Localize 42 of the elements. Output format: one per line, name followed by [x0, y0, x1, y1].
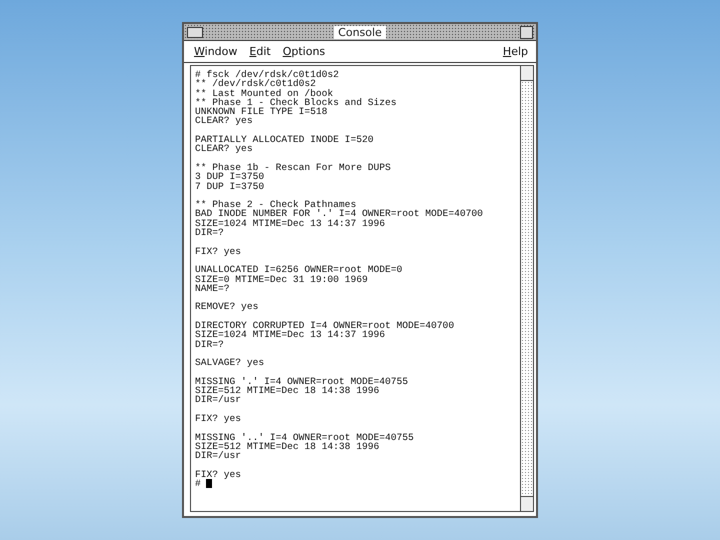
- console-line: ** Last Mounted on /book: [195, 88, 334, 98]
- console-line: ** /dev/rdsk/c0t1d0s2: [195, 79, 316, 89]
- console-line: FIX? yes: [195, 414, 242, 424]
- console-prompt: #: [195, 479, 201, 488]
- console-line: DIR=?: [195, 228, 225, 238]
- console-line: FIX? yes: [195, 246, 242, 256]
- menu-item[interactable]: Options: [282, 45, 326, 58]
- console-line: MISSING '..' I=4 OWNER=root MODE=40755: [195, 432, 415, 442]
- console-line: DIRECTORY CORRUPTED I=4 OWNER=root MODE=40700: [195, 321, 456, 330]
- console-line: DIR=?: [195, 340, 225, 349]
- console-line: FIX? yes: [195, 470, 242, 480]
- maximize-icon[interactable]: [520, 26, 533, 39]
- console-line: CLEAR? yes: [195, 116, 254, 126]
- scrollbar[interactable]: [520, 66, 533, 511]
- text-cursor: [206, 479, 212, 488]
- console-line: SIZE=0 MTIME=Dec 31 19:00 1969: [195, 274, 369, 284]
- console-line: SIZE=1024 MTIME=Dec 13 14:37 1996: [195, 218, 386, 228]
- console-line: DIR=/usr: [195, 395, 242, 405]
- menu-item[interactable]: Help: [502, 45, 528, 58]
- console-line: NAME=?: [195, 284, 231, 294]
- console-line: UNKNOWN FILE TYPE I=518: [195, 107, 328, 116]
- console-line: SALVAGE? yes: [195, 358, 266, 368]
- console-line: ** Phase 1b - Rescan For More DUPS: [195, 162, 392, 172]
- console-line: CLEAR? yes: [195, 144, 254, 154]
- menu-item[interactable]: Window: [194, 45, 238, 58]
- console-line: SIZE=512 MTIME=Dec 18 14:38 1996: [195, 442, 380, 452]
- window-menu-icon[interactable]: [187, 27, 203, 38]
- console-line: 7 DUP I=3750: [195, 182, 266, 191]
- console-line: DIR=/usr: [195, 451, 242, 460]
- console-line: # fsck /dev/rdsk/c0t1d0s2: [195, 70, 340, 80]
- console-line: ** Phase 1 - Check Blocks and Sizes: [195, 98, 398, 108]
- console-line: UNALLOCATED I=6256 OWNER=root MODE=0: [195, 265, 404, 275]
- console-line: BAD INODE NUMBER FOR '.' I=4 OWNER=root MODE=40700: [195, 209, 484, 219]
- console-line: ** Phase 2 - Check Pathnames: [195, 200, 358, 210]
- console-line: MISSING '.' I=4 OWNER=root MODE=40755: [195, 376, 410, 386]
- console-line: 3 DUP I=3750: [195, 172, 266, 182]
- window-title: Console: [334, 26, 386, 38]
- console-line: SIZE=512 MTIME=Dec 18 14:38 1996: [195, 386, 380, 396]
- menu-item[interactable]: Edit: [249, 45, 271, 58]
- console-line: SIZE=1024 MTIME=Dec 13 14:37 1996: [195, 330, 386, 340]
- console-line: PARTIALLY ALLOCATED INODE I=520: [195, 135, 374, 144]
- console-line: REMOVE? yes: [195, 302, 260, 312]
